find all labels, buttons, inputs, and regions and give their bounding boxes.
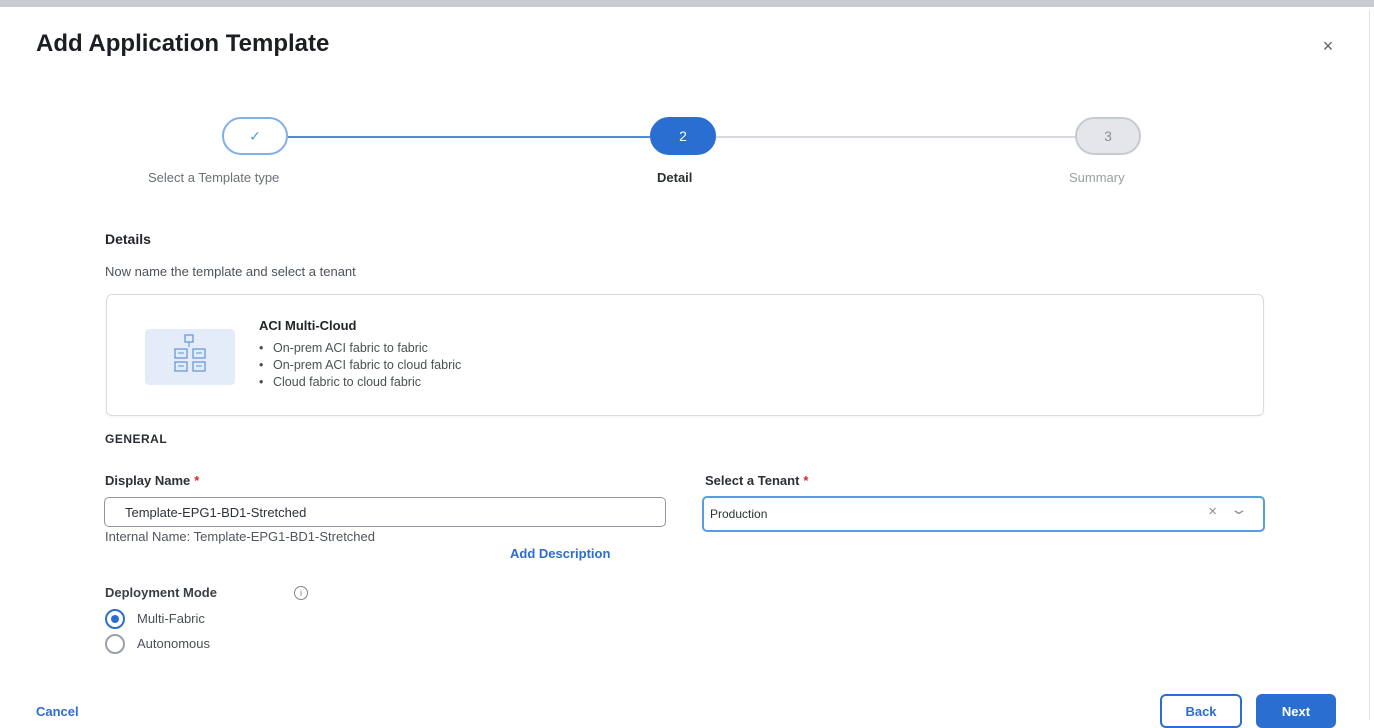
radio-multi-fabric[interactable] <box>105 609 125 629</box>
card-bullet: Cloud fabric to cloud fabric <box>259 374 461 391</box>
card-bullet-list: On-prem ACI fabric to fabric On-prem ACI… <box>259 340 461 391</box>
display-name-input[interactable]: Template-EPG1-BD1-Stretched <box>104 497 666 527</box>
step-connector-2 <box>716 136 1075 138</box>
radio-multi-fabric-label: Multi-Fabric <box>137 611 205 626</box>
required-mark: * <box>803 473 809 488</box>
add-description-link[interactable]: Add Description <box>510 546 610 561</box>
display-name-label-text: Display Name <box>105 473 191 488</box>
next-button[interactable]: Next <box>1256 694 1336 728</box>
cancel-link[interactable]: Cancel <box>36 704 79 719</box>
general-heading: GENERAL <box>105 432 168 446</box>
dialog-title: Add Application Template <box>36 30 330 57</box>
step-1-label: Select a Template type <box>148 170 280 185</box>
deployment-mode-label: Deployment Mode <box>105 585 217 600</box>
chevron-down-icon[interactable]: ⌄ <box>1230 501 1249 518</box>
template-type-card: ACI Multi-Cloud On-prem ACI fabric to fa… <box>106 294 1264 416</box>
radio-autonomous-label: Autonomous <box>137 636 210 651</box>
info-icon[interactable]: i <box>294 586 308 600</box>
display-name-label: Display Name * <box>105 473 199 488</box>
right-border <box>1369 10 1370 720</box>
multi-cloud-icon <box>145 329 235 385</box>
tenant-select[interactable]: Production × ⌄ <box>702 496 1265 532</box>
step-3-marker: 3 <box>1075 117 1141 155</box>
radio-autonomous[interactable] <box>105 634 125 654</box>
internal-name-text: Internal Name: Template-EPG1-BD1-Stretch… <box>105 529 375 544</box>
step-3-label: Summary <box>1069 170 1125 185</box>
clear-icon[interactable]: × <box>1208 503 1217 520</box>
step-connector-1 <box>288 136 650 138</box>
step-2-marker: 2 <box>650 117 716 155</box>
step-1-marker: ✓ <box>222 117 288 155</box>
close-icon[interactable]: × <box>1318 36 1338 56</box>
tenant-label-text: Select a Tenant <box>705 473 800 488</box>
top-border <box>0 0 1374 7</box>
tenant-label: Select a Tenant * <box>705 473 808 488</box>
required-mark: * <box>194 473 200 488</box>
tenant-value: Production <box>710 507 768 521</box>
card-bullet: On-prem ACI fabric to cloud fabric <box>259 357 461 374</box>
display-name-value: Template-EPG1-BD1-Stretched <box>125 504 307 520</box>
step-2-label: Detail <box>657 170 693 185</box>
card-bullet: On-prem ACI fabric to fabric <box>259 340 461 357</box>
details-subtitle: Now name the template and select a tenan… <box>105 264 356 279</box>
card-title: ACI Multi-Cloud <box>259 318 357 333</box>
details-heading: Details <box>105 231 151 247</box>
back-button[interactable]: Back <box>1160 694 1242 728</box>
